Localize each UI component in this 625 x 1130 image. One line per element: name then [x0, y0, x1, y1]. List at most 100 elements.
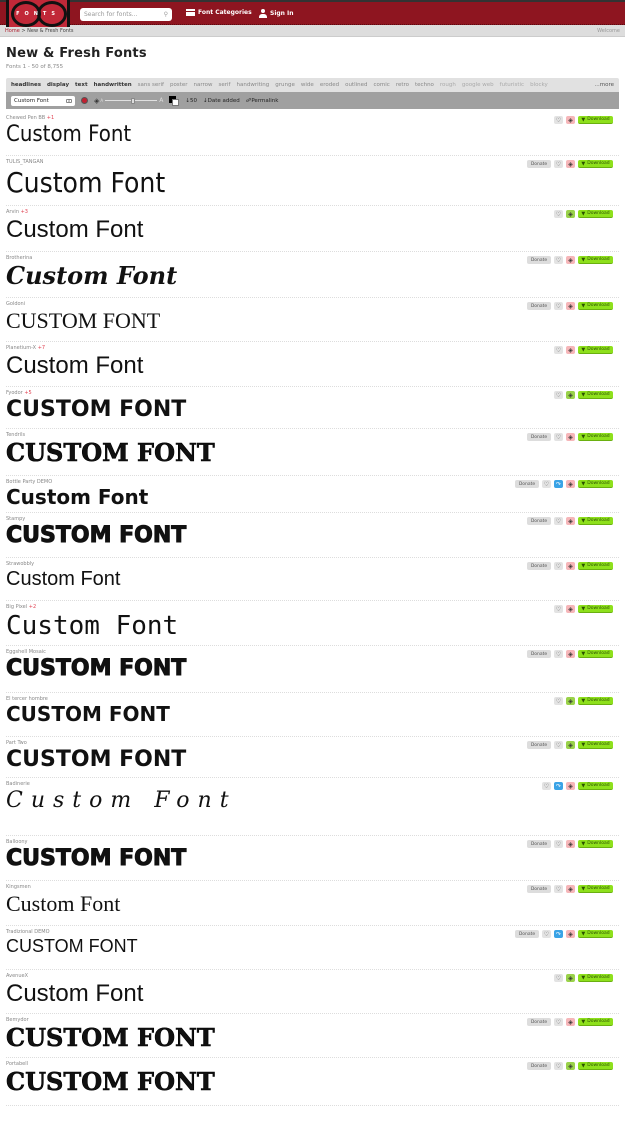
- favorite-heart-icon[interactable]: ♡: [554, 697, 563, 705]
- donate-button[interactable]: Donate: [515, 480, 539, 488]
- permalink-link[interactable]: ☍Permalink: [246, 98, 279, 104]
- download-button[interactable]: ▼ Download: [578, 302, 613, 310]
- license-tag-icon[interactable]: ◈: [566, 697, 575, 705]
- download-button[interactable]: ▼ Download: [578, 433, 613, 441]
- license-tag-icon[interactable]: ◈: [566, 256, 575, 264]
- license-tag-icon[interactable]: ◈: [566, 885, 575, 893]
- download-button[interactable]: ▼ Download: [578, 160, 613, 168]
- download-button[interactable]: ▼ Download: [578, 1018, 613, 1026]
- donate-button[interactable]: Donate: [527, 885, 551, 893]
- donate-button[interactable]: Donate: [527, 160, 551, 168]
- font-preview[interactable]: CUSTOM FONT: [6, 746, 619, 774]
- share-icon[interactable]: ↷: [554, 782, 563, 790]
- license-tag-icon[interactable]: ◈: [566, 480, 575, 488]
- download-button[interactable]: ▼ Download: [578, 605, 613, 613]
- category-link[interactable]: text: [75, 82, 88, 88]
- license-tag-icon[interactable]: ◈: [566, 741, 575, 749]
- slider-knob[interactable]: [131, 97, 136, 104]
- font-preview[interactable]: Custom Font: [6, 121, 619, 149]
- favorite-heart-icon[interactable]: ♡: [554, 974, 563, 982]
- category-link[interactable]: sans serif: [138, 82, 164, 88]
- download-button[interactable]: ▼ Download: [578, 1062, 613, 1070]
- favorite-heart-icon[interactable]: ♡: [554, 160, 563, 168]
- favorite-heart-icon[interactable]: ♡: [554, 650, 563, 658]
- download-button[interactable]: ▼ Download: [578, 256, 613, 264]
- favorite-heart-icon[interactable]: ♡: [554, 885, 563, 893]
- font-preview[interactable]: CUSTOM FONT: [6, 702, 619, 727]
- favorite-heart-icon[interactable]: ♡: [554, 433, 563, 441]
- license-tag-icon[interactable]: ◈: [566, 346, 575, 354]
- download-button[interactable]: ▼ Download: [578, 346, 613, 354]
- category-link[interactable]: rough: [440, 82, 456, 88]
- font-preview[interactable]: Custom Font: [6, 567, 619, 592]
- download-button[interactable]: ▼ Download: [578, 650, 613, 658]
- font-preview[interactable]: Custom Font: [6, 351, 619, 381]
- license-tag-icon[interactable]: ◈: [566, 974, 575, 982]
- category-link[interactable]: outlined: [345, 82, 367, 88]
- donate-button[interactable]: Donate: [527, 517, 551, 525]
- font-preview[interactable]: CUSTOM FONT: [6, 307, 619, 335]
- font-preview[interactable]: Custom Font: [6, 261, 619, 291]
- category-link[interactable]: poster: [170, 82, 188, 88]
- download-button[interactable]: ▼ Download: [578, 517, 613, 525]
- favorite-heart-icon[interactable]: ♡: [542, 480, 551, 488]
- category-link[interactable]: futuristic: [500, 82, 524, 88]
- category-link[interactable]: blocky: [530, 82, 548, 88]
- font-name[interactable]: AvenueX: [6, 970, 619, 979]
- search-input[interactable]: Search for fonts... ⚲: [80, 8, 172, 21]
- share-icon[interactable]: ↷: [554, 480, 563, 488]
- sign-in-button[interactable]: Sign In: [259, 9, 294, 18]
- license-tag-icon[interactable]: ◈: [566, 562, 575, 570]
- favorite-heart-icon[interactable]: ♡: [554, 210, 563, 218]
- download-button[interactable]: ▼ Download: [578, 741, 613, 749]
- category-link[interactable]: techno: [415, 82, 434, 88]
- font-preview[interactable]: Custom Font: [6, 165, 619, 200]
- license-tag-icon[interactable]: ◈: [566, 605, 575, 613]
- font-name[interactable]: Fyodor +5: [6, 387, 619, 396]
- license-tag-icon[interactable]: ◈: [566, 840, 575, 848]
- font-name[interactable]: Big Pixel +2: [6, 601, 619, 610]
- category-link[interactable]: google web: [462, 82, 494, 88]
- font-name[interactable]: Badinerie: [6, 778, 619, 787]
- search-icon[interactable]: ⚲: [164, 11, 168, 18]
- category-link[interactable]: handwriting: [237, 82, 270, 88]
- license-tag-icon[interactable]: ◈: [566, 1018, 575, 1026]
- license-tag-icon[interactable]: ◈: [566, 433, 575, 441]
- download-button[interactable]: ▼ Download: [578, 782, 613, 790]
- category-link[interactable]: headlines: [11, 82, 41, 88]
- font-preview[interactable]: CUSTOM FONT: [6, 1023, 619, 1053]
- font-name[interactable]: Arvin +3: [6, 206, 619, 215]
- category-link[interactable]: eroded: [320, 82, 339, 88]
- favorite-heart-icon[interactable]: ♡: [554, 116, 563, 124]
- favorite-heart-icon[interactable]: ♡: [554, 840, 563, 848]
- per-page-select[interactable]: ↓50: [185, 98, 197, 104]
- download-button[interactable]: ▼ Download: [578, 116, 613, 124]
- donate-button[interactable]: Donate: [527, 1018, 551, 1026]
- favorite-heart-icon[interactable]: ♡: [554, 517, 563, 525]
- background-swatch[interactable]: [172, 98, 180, 106]
- font-preview[interactable]: CUSTOM FONT: [6, 522, 619, 550]
- font-preview[interactable]: CUSTOM FONT: [6, 935, 619, 958]
- license-tag-icon[interactable]: ◈: [566, 302, 575, 310]
- donate-button[interactable]: Donate: [527, 433, 551, 441]
- favorite-heart-icon[interactable]: ♡: [554, 741, 563, 749]
- license-tag-icon[interactable]: ◈: [566, 160, 575, 168]
- donate-button[interactable]: Donate: [527, 650, 551, 658]
- tag-filter-icon[interactable]: ◈: [94, 97, 99, 105]
- download-button[interactable]: ▼ Download: [578, 974, 613, 982]
- download-button[interactable]: ▼ Download: [578, 562, 613, 570]
- download-button[interactable]: ▼ Download: [578, 697, 613, 705]
- font-preview[interactable]: CUSTOM FONT: [6, 655, 619, 683]
- site-logo[interactable]: FONTS: [6, 0, 70, 27]
- favorite-heart-icon[interactable]: ♡: [542, 930, 551, 938]
- font-preview[interactable]: Custom Font: [6, 890, 619, 918]
- download-button[interactable]: ▼ Download: [578, 930, 613, 938]
- license-tag-icon[interactable]: ◈: [566, 391, 575, 399]
- clear-icon[interactable]: x: [66, 98, 72, 103]
- donate-button[interactable]: Donate: [527, 840, 551, 848]
- favorite-heart-icon[interactable]: ♡: [554, 391, 563, 399]
- font-preview[interactable]: Custom Font: [6, 610, 619, 643]
- category-link[interactable]: comic: [374, 82, 390, 88]
- font-preview[interactable]: Custom Font: [6, 979, 619, 1009]
- font-name[interactable]: Chewed Pen BB +1: [6, 112, 619, 121]
